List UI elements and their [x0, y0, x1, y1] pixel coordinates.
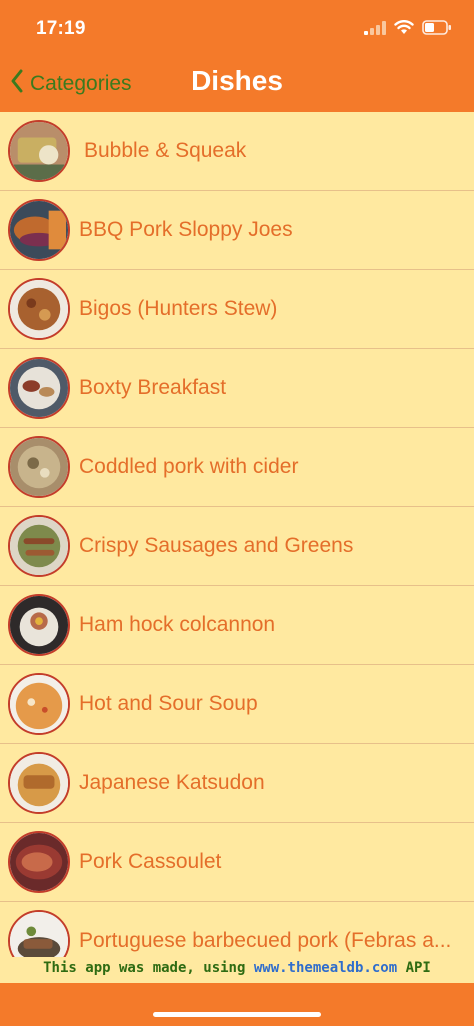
battery-icon	[422, 20, 452, 40]
dish-thumbnail	[8, 436, 70, 498]
dish-name: Japanese Katsudon	[79, 771, 265, 794]
dish-row-bbq-pork-sloppy-joes[interactable]: BBQ Pork Sloppy Joes	[0, 191, 474, 270]
dish-row-bigos[interactable]: Bigos (Hunters Stew)	[0, 270, 474, 349]
dish-name: Portuguese barbecued pork (Febras a...	[79, 929, 452, 952]
dish-name: Pork Cassoulet	[79, 850, 222, 873]
dish-name: Bubble & Squeak	[84, 139, 247, 162]
dish-thumbnail	[8, 357, 70, 419]
dish-row-ham-hock-colcannon[interactable]: Ham hock colcannon	[0, 586, 474, 665]
home-indicator[interactable]	[153, 1012, 321, 1017]
dish-name: Coddled pork with cider	[79, 455, 299, 478]
dish-row-bubble-squeak[interactable]: Bubble & Squeak	[0, 112, 474, 191]
cellular-signal-icon	[364, 20, 386, 40]
navigation-bar: Categories Dishes	[0, 56, 474, 112]
dish-row-boxty-breakfast[interactable]: Boxty Breakfast	[0, 349, 474, 428]
page-title: Dishes	[191, 65, 283, 96]
dish-thumbnail	[8, 831, 70, 893]
status-bar: 17:19	[0, 0, 474, 56]
themealdb-link[interactable]: www.themealdb.com	[254, 960, 397, 976]
dish-row-crispy-sausages[interactable]: Crispy Sausages and Greens	[0, 507, 474, 586]
status-icons	[364, 20, 452, 40]
attribution-prefix: This app was made, using	[43, 960, 254, 976]
dish-name: Crispy Sausages and Greens	[79, 534, 354, 557]
dish-thumbnail	[8, 515, 70, 577]
dish-thumbnail	[8, 910, 70, 957]
dish-row-hot-sour-soup[interactable]: Hot and Sour Soup	[0, 665, 474, 744]
bottom-bar	[0, 983, 474, 1026]
dish-name: Bigos (Hunters Stew)	[79, 297, 278, 320]
wifi-icon	[394, 20, 414, 40]
dish-name: Boxty Breakfast	[79, 376, 227, 399]
dish-name: Ham hock colcannon	[79, 613, 276, 636]
dish-list[interactable]: Bubble & Squeak BBQ Pork Sloppy Joes Big…	[0, 112, 474, 957]
dish-name: BBQ Pork Sloppy Joes	[79, 218, 293, 241]
dish-row-japanese-katsudon[interactable]: Japanese Katsudon	[0, 744, 474, 823]
dish-row-pork-cassoulet[interactable]: Pork Cassoulet	[0, 823, 474, 902]
dish-name: Hot and Sour Soup	[79, 692, 258, 715]
dish-thumbnail	[8, 752, 70, 814]
status-time: 17:19	[36, 18, 86, 39]
dish-thumbnail	[8, 199, 70, 261]
dish-thumbnail	[8, 278, 70, 340]
attribution-note: This app was made, using www.themealdb.c…	[0, 960, 474, 982]
attribution-suffix: API	[397, 960, 431, 976]
dish-row-portuguese-barbecued-pork[interactable]: Portuguese barbecued pork (Febras a...	[0, 902, 474, 957]
dish-row-coddled-pork[interactable]: Coddled pork with cider	[0, 428, 474, 507]
dish-thumbnail	[8, 594, 70, 656]
dish-thumbnail	[8, 673, 70, 735]
dish-thumbnail	[8, 120, 70, 182]
